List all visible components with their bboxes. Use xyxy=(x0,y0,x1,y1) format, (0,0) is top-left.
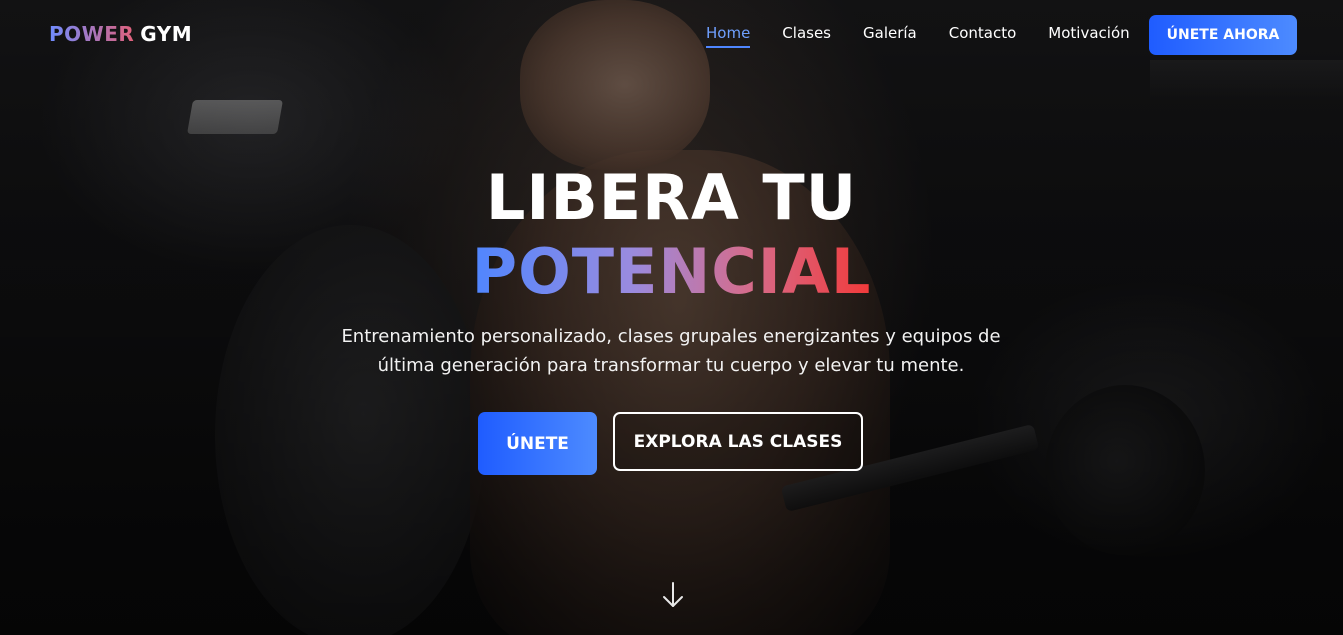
headline-line-2: POTENCIAL xyxy=(0,234,1343,310)
join-now-button[interactable]: ÚNETE AHORA xyxy=(1149,15,1297,55)
nav-link-contacto[interactable]: Contacto xyxy=(949,24,1017,48)
nav-link-clases[interactable]: Clases xyxy=(782,24,831,48)
explore-classes-button[interactable]: EXPLORA LAS CLASES xyxy=(613,412,863,471)
nav-link-galeria[interactable]: Galería xyxy=(863,24,917,48)
hero-overlay xyxy=(0,0,1343,635)
arrow-down-icon[interactable] xyxy=(660,580,686,610)
join-button[interactable]: ÚNETE xyxy=(478,412,597,475)
logo-word-gym: GYM xyxy=(140,22,193,46)
nav-link-home[interactable]: Home xyxy=(706,24,751,48)
headline-line-1: LIBERA TU xyxy=(485,161,858,234)
nav-link-motivacion[interactable]: Motivación xyxy=(1048,24,1129,48)
nav-links: Home Clases Galería Contacto Motivación xyxy=(706,24,1162,48)
hero-section: POWER GYM Home Clases Galería Contacto Mo… xyxy=(0,0,1343,635)
logo[interactable]: POWER GYM xyxy=(49,22,192,46)
logo-word-power: POWER xyxy=(49,22,135,46)
headline-gradient-text: POTENCIAL xyxy=(471,235,872,308)
navbar: POWER GYM Home Clases Galería Contacto Mo… xyxy=(0,0,1343,70)
hero-subtitle: Entrenamiento personalizado, clases grup… xyxy=(341,326,1001,376)
